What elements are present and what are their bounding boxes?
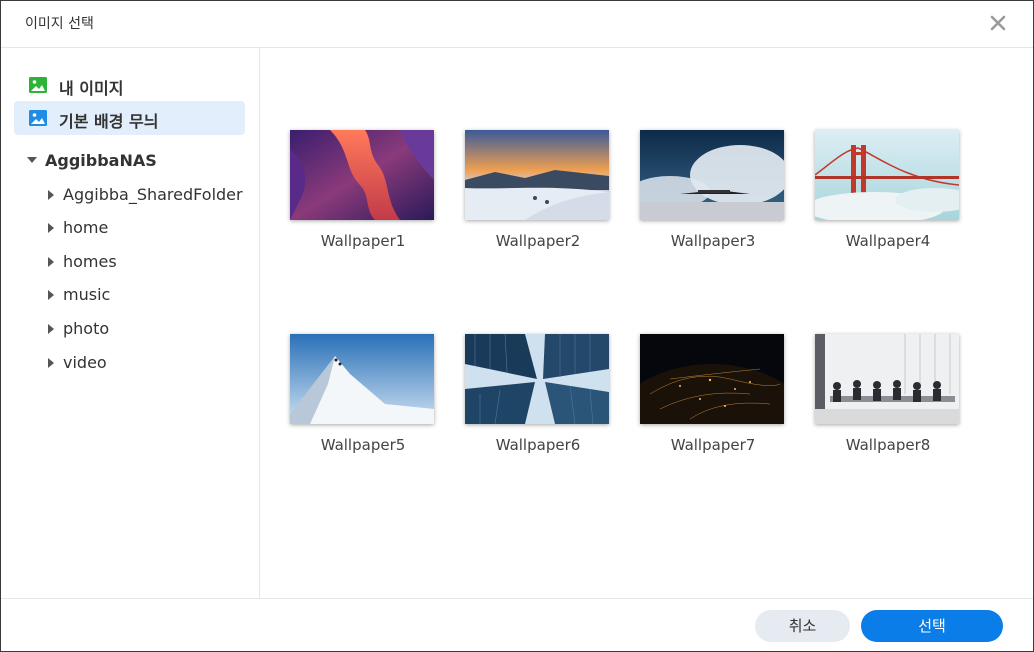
wallpaper-caption: Wallpaper1 [320, 232, 406, 250]
tree-node-photo[interactable]: photo [1, 314, 259, 344]
chevron-right-icon[interactable] [48, 190, 54, 200]
wallpaper-caption: Wallpaper5 [320, 436, 406, 454]
tree-root-label: AggibbaNAS [45, 151, 157, 170]
wallpaper-image [465, 334, 609, 424]
tree-node-label: music [63, 285, 111, 304]
tree-node-label: homes [63, 252, 117, 271]
wallpaper-image [640, 334, 784, 424]
tree-node-label: video [63, 353, 107, 372]
chevron-right-icon[interactable] [48, 290, 54, 300]
sidebar-item-label: 내 이미지 [59, 79, 124, 98]
wallpaper-image [815, 334, 959, 424]
cancel-button[interactable]: 취소 [755, 610, 850, 642]
sidebar: 내 이미지 기본 배경 무늬 AggibbaNAS Aggibba_Shared… [1, 48, 260, 598]
tree-root-nas[interactable]: AggibbaNAS [1, 146, 259, 176]
tree-node-home[interactable]: home [1, 213, 259, 243]
wallpaper-caption: Wallpaper2 [495, 232, 581, 250]
wallpaper-caption: Wallpaper7 [670, 436, 756, 454]
chevron-right-icon[interactable] [48, 358, 54, 368]
wallpaper-image [815, 130, 959, 220]
dialog-titlebar: 이미지 선택 [1, 1, 1033, 48]
wallpaper-grid: Wallpaper1 Wallpaper2 Wallpaper3 Wallpap… [260, 48, 1033, 598]
tree-node-label: photo [63, 319, 110, 338]
wallpaper-caption: Wallpaper8 [845, 436, 931, 454]
dialog-footer: 취소 선택 [1, 598, 1033, 652]
wallpaper-image [640, 130, 784, 220]
wallpaper-image [465, 130, 609, 220]
chevron-down-icon[interactable] [27, 157, 37, 163]
tree-node-shared-folder[interactable]: Aggibba_SharedFolder [1, 180, 259, 210]
wallpaper-thumb[interactable]: Wallpaper2 [465, 130, 611, 250]
wallpaper-caption: Wallpaper6 [495, 436, 581, 454]
sidebar-item-label: 기본 배경 무늬 [59, 112, 159, 131]
tree-node-homes[interactable]: homes [1, 247, 259, 277]
tree-node-label: Aggibba_SharedFolder [63, 185, 243, 204]
tree-node-label: home [63, 218, 109, 237]
chevron-right-icon[interactable] [48, 223, 54, 233]
wallpaper-thumb[interactable]: Wallpaper1 [290, 130, 436, 250]
tree-node-video[interactable]: video [1, 348, 259, 378]
wallpaper-image [290, 130, 434, 220]
image-icon [29, 76, 47, 94]
image-icon [29, 109, 47, 127]
chevron-right-icon[interactable] [48, 324, 54, 334]
select-button[interactable]: 선택 [861, 610, 1003, 642]
wallpaper-thumb[interactable]: Wallpaper7 [640, 334, 786, 454]
wallpaper-thumb[interactable]: Wallpaper4 [815, 130, 961, 250]
wallpaper-caption: Wallpaper4 [845, 232, 931, 250]
wallpaper-caption: Wallpaper3 [670, 232, 756, 250]
wallpaper-thumb[interactable]: Wallpaper5 [290, 334, 436, 454]
chevron-right-icon[interactable] [48, 257, 54, 267]
dialog-title: 이미지 선택 [25, 16, 94, 32]
wallpaper-thumb[interactable]: Wallpaper6 [465, 334, 611, 454]
wallpaper-image [290, 334, 434, 424]
image-select-dialog: 이미지 선택 내 이미지 기본 배경 무늬 AggibbaNAS Aggibba… [0, 0, 1034, 652]
tree-node-music[interactable]: music [1, 280, 259, 310]
wallpaper-thumb[interactable]: Wallpaper8 [815, 334, 961, 454]
close-icon[interactable] [987, 12, 1009, 34]
sidebar-item-my-images[interactable]: 내 이미지 [14, 68, 245, 102]
sidebar-item-default-wallpapers[interactable]: 기본 배경 무늬 [14, 101, 245, 135]
wallpaper-thumb[interactable]: Wallpaper3 [640, 130, 786, 250]
